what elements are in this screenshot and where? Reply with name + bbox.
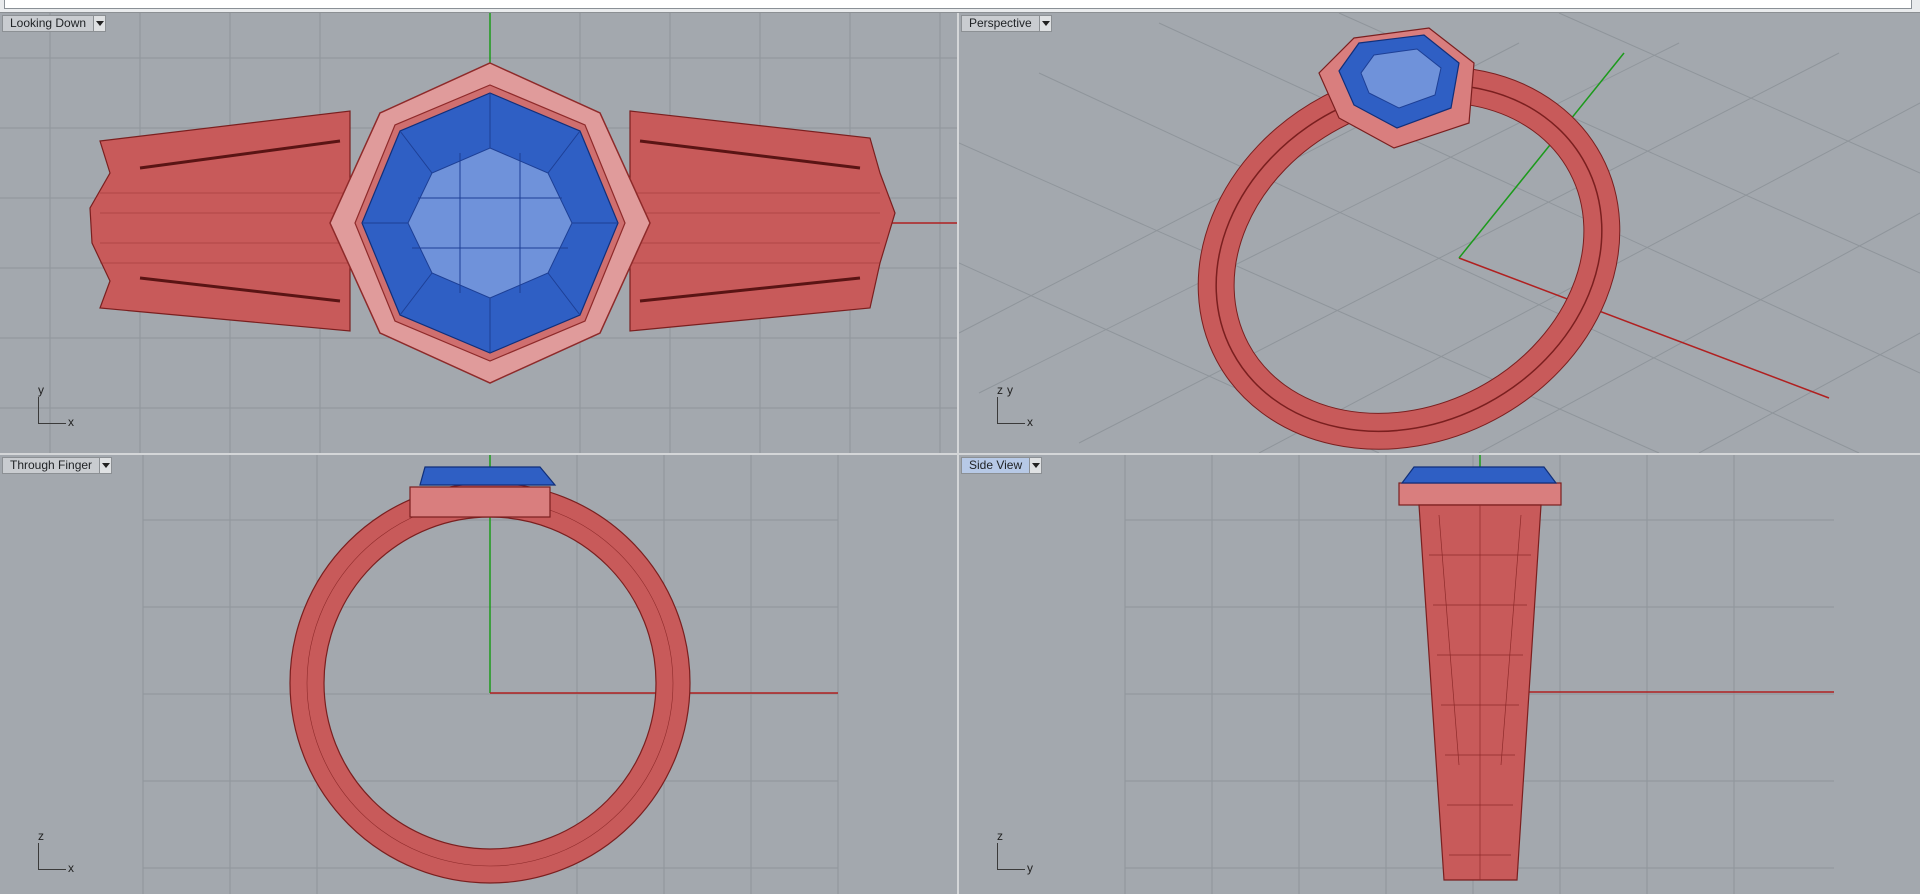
- axis-label-horizontal: y: [1027, 861, 1033, 875]
- side-view-canvas: [1124, 455, 1834, 894]
- viewport-looking-down[interactable]: Looking Down y x: [0, 13, 957, 453]
- viewport-title[interactable]: Perspective: [961, 15, 1040, 32]
- axis-label-horizontal: x: [1027, 415, 1033, 429]
- axis-label-horizontal: x: [68, 861, 74, 875]
- bezel: [409, 486, 551, 518]
- chevron-down-icon[interactable]: [1039, 15, 1052, 32]
- viewport-tab-perspective[interactable]: Perspective: [961, 15, 1052, 32]
- chevron-down-icon[interactable]: [94, 15, 107, 32]
- viewport-tab-through-finger[interactable]: Through Finger: [2, 457, 113, 474]
- axis-label-vertical: z: [38, 829, 44, 843]
- viewport-tab-looking-down[interactable]: Looking Down: [2, 15, 107, 32]
- bezel: [1398, 482, 1562, 506]
- axis-label-vertical: y: [38, 383, 44, 397]
- chevron-down-icon[interactable]: [100, 457, 113, 474]
- axis-indicator: z x: [30, 829, 90, 881]
- axis-indicator: z y: [989, 829, 1049, 881]
- viewport-title[interactable]: Side View: [961, 457, 1031, 474]
- viewport-side-view[interactable]: Side View z y: [959, 455, 1920, 894]
- stone: [1400, 466, 1558, 484]
- viewport-through-finger[interactable]: Through Finger z x: [0, 455, 957, 894]
- viewport-tab-side-view[interactable]: Side View: [961, 457, 1043, 474]
- chevron-down-icon[interactable]: [1030, 457, 1043, 474]
- command-input[interactable]: [4, 0, 1912, 9]
- axis-label-horizontal: x: [68, 415, 74, 429]
- axis-label-vertical: z: [997, 829, 1003, 843]
- front-view-canvas: [142, 455, 839, 894]
- viewport-title[interactable]: Through Finger: [2, 457, 101, 474]
- axis-label-depth: y: [1007, 383, 1013, 397]
- axis-indicator: z y x: [989, 383, 1049, 435]
- command-bar: [0, 0, 1920, 13]
- axis-indicator: y x: [30, 383, 90, 435]
- top-view-canvas: [0, 13, 957, 453]
- axis-label-vertical: z: [997, 383, 1003, 397]
- stone: [419, 466, 557, 486]
- viewport-title[interactable]: Looking Down: [2, 15, 95, 32]
- perspective-canvas: [959, 13, 1920, 453]
- viewport-perspective[interactable]: Perspective z y x: [959, 13, 1920, 453]
